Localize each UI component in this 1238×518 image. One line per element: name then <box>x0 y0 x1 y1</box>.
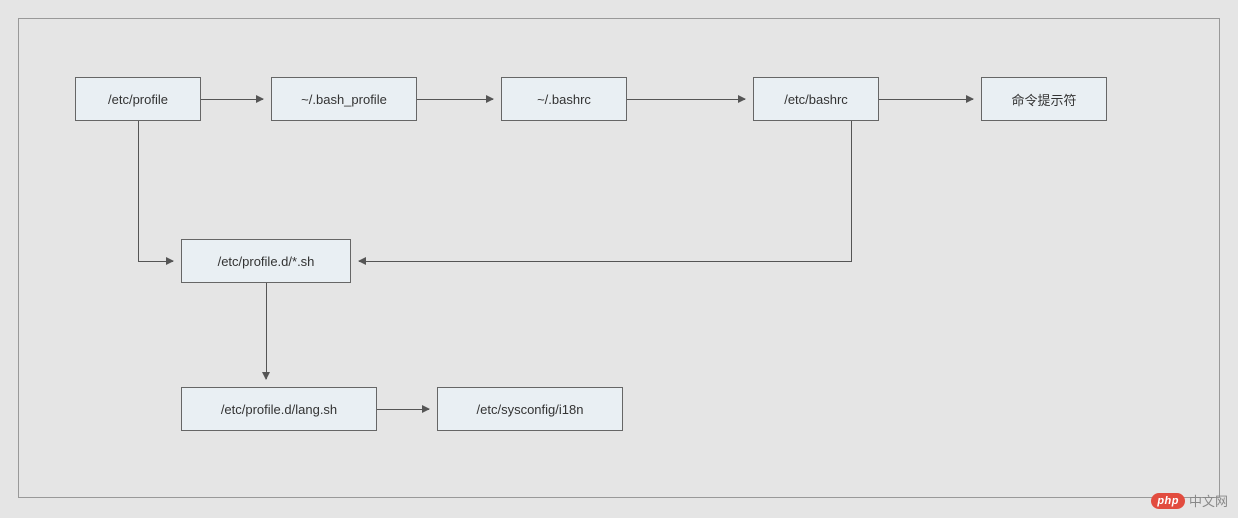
node-label: /etc/profile.d/lang.sh <box>221 402 337 417</box>
node-label: /etc/sysconfig/i18n <box>477 402 584 417</box>
watermark: php 中文网 <box>1151 491 1228 510</box>
node-etc-bashrc: /etc/bashrc <box>753 77 879 121</box>
node-etc-profile: /etc/profile <box>75 77 201 121</box>
arrow-bashrc-to-etcbashrc <box>627 99 745 100</box>
arrow-profiled-to-lang <box>266 283 267 379</box>
node-command-prompt: 命令提示符 <box>981 77 1107 121</box>
arrow-bashprofile-to-bashrc <box>417 99 493 100</box>
node-label: /etc/profile.d/*.sh <box>218 254 315 269</box>
node-label: /etc/bashrc <box>784 92 848 107</box>
php-logo: php <box>1151 493 1185 509</box>
node-profile-d-sh: /etc/profile.d/*.sh <box>181 239 351 283</box>
watermark-text: 中文网 <box>1189 491 1228 510</box>
arrow-profile-to-bashprofile <box>201 99 263 100</box>
arrow-lang-to-i18n <box>377 409 429 410</box>
node-bashrc-user: ~/.bashrc <box>501 77 627 121</box>
node-label: 命令提示符 <box>1011 90 1076 109</box>
node-label: ~/.bash_profile <box>301 92 387 107</box>
node-label: /etc/profile <box>108 92 168 107</box>
diagram-frame: /etc/profile ~/.bash_profile ~/.bashrc /… <box>18 18 1220 498</box>
node-profile-d-lang: /etc/profile.d/lang.sh <box>181 387 377 431</box>
arrow-etcbashrc-to-prompt <box>879 99 973 100</box>
connector-profile-down <box>138 121 139 261</box>
node-label: ~/.bashrc <box>537 92 591 107</box>
arrow-etcbashrc-to-profiled <box>359 261 852 262</box>
node-sysconfig-i18n: /etc/sysconfig/i18n <box>437 387 623 431</box>
arrow-profile-to-profiled <box>138 261 173 262</box>
node-bash-profile: ~/.bash_profile <box>271 77 417 121</box>
connector-etcbashrc-down <box>851 121 852 261</box>
